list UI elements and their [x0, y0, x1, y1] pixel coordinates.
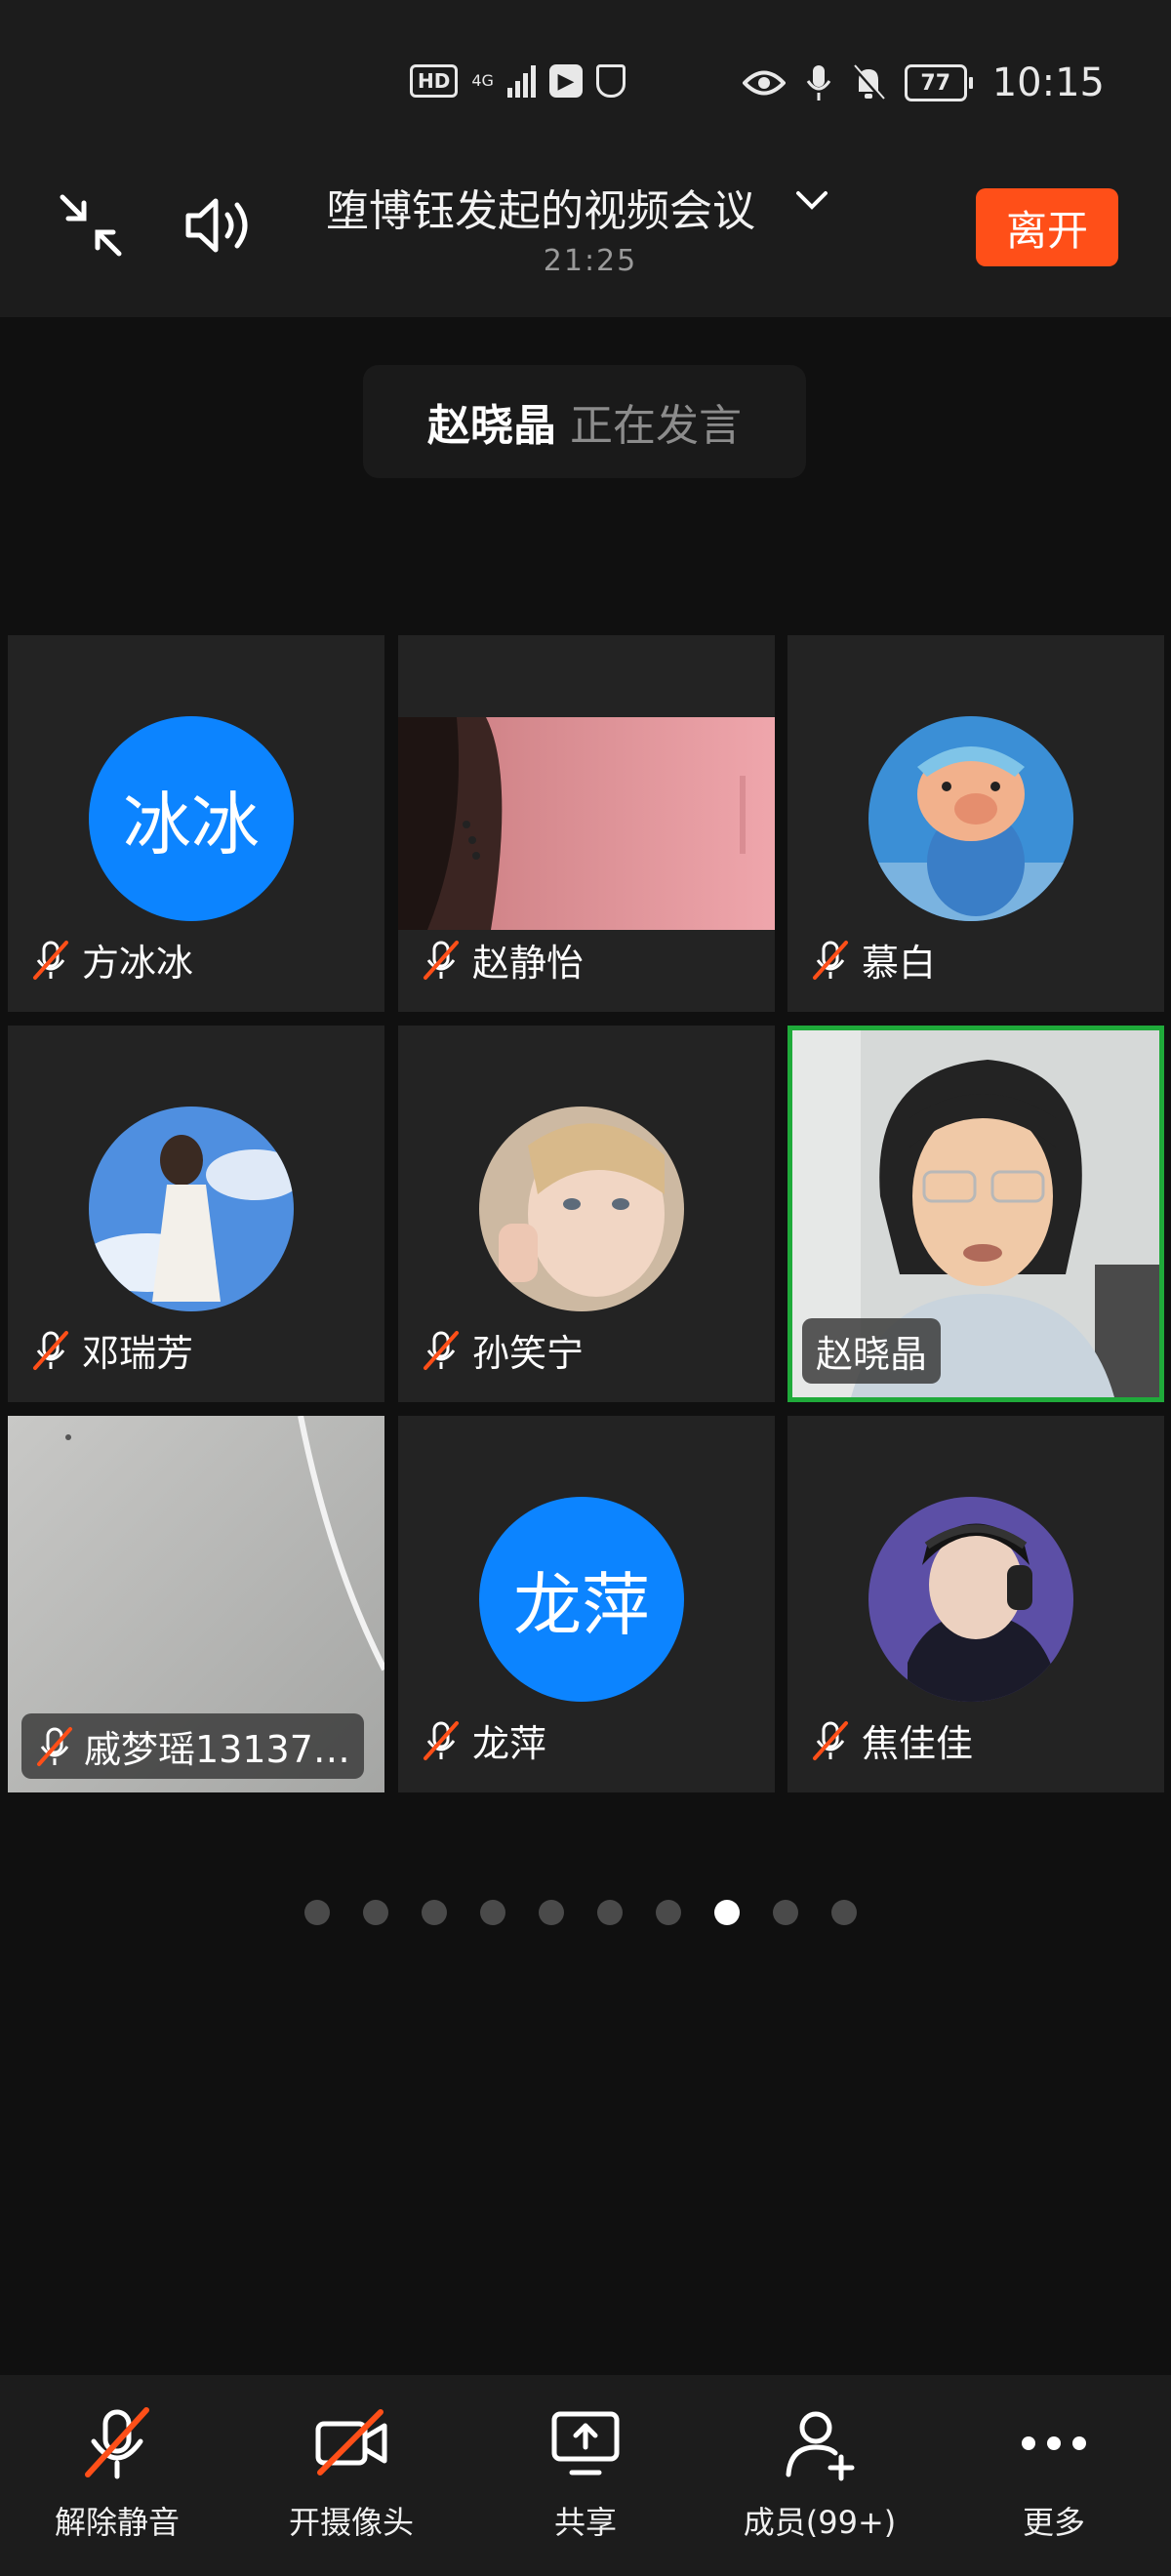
participant-tile-fang-bingbing[interactable]: 冰冰 方冰冰	[8, 635, 384, 1012]
shield-icon	[595, 64, 626, 98]
page-dot[interactable]	[656, 1900, 681, 1925]
mic-muted-icon	[37, 1726, 72, 1766]
meeting-title[interactable]: 堕博钰发起的视频会议	[326, 176, 755, 238]
app-notification-icon: ▶	[548, 64, 583, 98]
minimize-button[interactable]	[47, 181, 135, 269]
signal-icon	[506, 64, 536, 98]
page-dot[interactable]	[363, 1900, 388, 1925]
page-dot[interactable]	[480, 1900, 505, 1925]
participant-name: 慕白	[862, 942, 937, 985]
clock: 10:15	[991, 60, 1105, 105]
participant-name: 赵晓晶	[802, 1318, 942, 1384]
page-dot[interactable]	[597, 1900, 623, 1925]
bottom-toolbar: 解除静音 开摄像头 共享 成员(99+) 更多	[0, 2375, 1171, 2576]
more-dots-icon	[1022, 2436, 1086, 2450]
more-button[interactable]: 更多	[937, 2404, 1171, 2543]
mic-icon	[806, 65, 830, 101]
avatar	[868, 716, 1073, 921]
mic-muted-icon	[33, 1330, 68, 1370]
mic-muted-icon	[813, 1720, 848, 1760]
participant-video	[398, 717, 775, 930]
status-bar: HD 4G ▶ 77 10:15	[0, 0, 1171, 156]
page-indicator[interactable]	[304, 1900, 857, 1925]
participant-tile-zhao-jingyi[interactable]: 赵静怡	[398, 635, 775, 1012]
members-label: 成员(99+)	[743, 2504, 897, 2541]
avatar: 冰冰	[89, 716, 294, 921]
mic-muted-icon	[424, 940, 459, 980]
participant-tile-long-ping[interactable]: 龙萍 龙萍	[398, 1416, 775, 1792]
share-button[interactable]: 共享	[468, 2404, 703, 2543]
share-label: 共享	[553, 2504, 617, 2541]
battery-level: 77	[904, 64, 967, 101]
more-label: 更多	[1022, 2504, 1085, 2541]
avatar	[479, 1107, 684, 1311]
status-bar-right: 77 10:15	[742, 60, 1105, 105]
participant-tile-mu-bai[interactable]: 慕白	[787, 635, 1164, 1012]
participant-tile-deng-ruifang[interactable]: 邓瑞芳	[8, 1026, 384, 1402]
page-dot[interactable]	[539, 1900, 564, 1925]
participant-name: 方冰冰	[82, 942, 194, 985]
network-type-icon: 4G	[471, 71, 494, 90]
mic-muted-icon	[33, 940, 68, 980]
camera-button[interactable]: 开摄像头	[234, 2404, 468, 2543]
participant-name: 孙笑宁	[472, 1332, 585, 1375]
speaker-button[interactable]	[178, 181, 265, 269]
camera-off-icon	[315, 2409, 387, 2475]
participant-name: 赵静怡	[472, 942, 585, 985]
participant-name: 龙萍	[472, 1722, 547, 1765]
participant-label-pill: 戚梦瑶13137…	[21, 1713, 364, 1779]
page-dot[interactable]	[422, 1900, 447, 1925]
active-speaker-indicator: 赵晓晶 正在发言	[363, 365, 806, 478]
hd-icon: HD	[410, 64, 459, 98]
status-bar-left: HD 4G ▶	[410, 64, 626, 98]
avatar: 龙萍	[479, 1497, 684, 1702]
participant-tile-qi-mengyao[interactable]: 戚梦瑶13137…	[8, 1416, 384, 1792]
mic-muted-icon	[424, 1330, 459, 1370]
participant-tile-zhao-xiaojing[interactable]: 赵晓晶	[787, 1026, 1164, 1402]
speaker-volume-icon	[185, 198, 248, 253]
meeting-timer: 21:25	[543, 244, 638, 278]
eye-icon	[742, 70, 786, 96]
avatar	[868, 1497, 1073, 1702]
bell-muted-icon	[852, 64, 885, 101]
chevron-down-icon[interactable]	[792, 185, 831, 215]
active-speaker-status: 正在发言	[570, 401, 742, 451]
page-dot[interactable]	[831, 1900, 857, 1925]
add-member-icon	[786, 2411, 855, 2481]
page-dot[interactable]	[304, 1900, 330, 1925]
camera-label: 开摄像头	[288, 2504, 414, 2541]
battery-icon: 77	[904, 64, 973, 101]
mic-muted-icon	[813, 940, 848, 980]
page-dot[interactable]	[773, 1900, 798, 1925]
participant-tile-sun-xiaoning[interactable]: 孙笑宁	[398, 1026, 775, 1402]
participant-tile-jiao-jiajia[interactable]: 焦佳佳	[787, 1416, 1164, 1792]
mic-muted-icon	[424, 1720, 459, 1760]
participant-name: 邓瑞芳	[82, 1332, 194, 1375]
participant-name: 戚梦瑶13137…	[84, 1728, 350, 1771]
participant-name: 焦佳佳	[862, 1722, 974, 1765]
members-button[interactable]: 成员(99+)	[703, 2404, 937, 2543]
collapse-arrows-icon	[60, 194, 122, 257]
page-dot-active[interactable]	[714, 1900, 740, 1925]
avatar	[89, 1107, 294, 1311]
unmute-label: 解除静音	[54, 2504, 180, 2541]
mic-muted-icon	[85, 2407, 149, 2479]
screen-share-icon	[551, 2411, 620, 2475]
active-speaker-name: 赵晓晶	[427, 401, 556, 451]
unmute-button[interactable]: 解除静音	[0, 2404, 234, 2543]
leave-button[interactable]: 离开	[976, 188, 1118, 266]
